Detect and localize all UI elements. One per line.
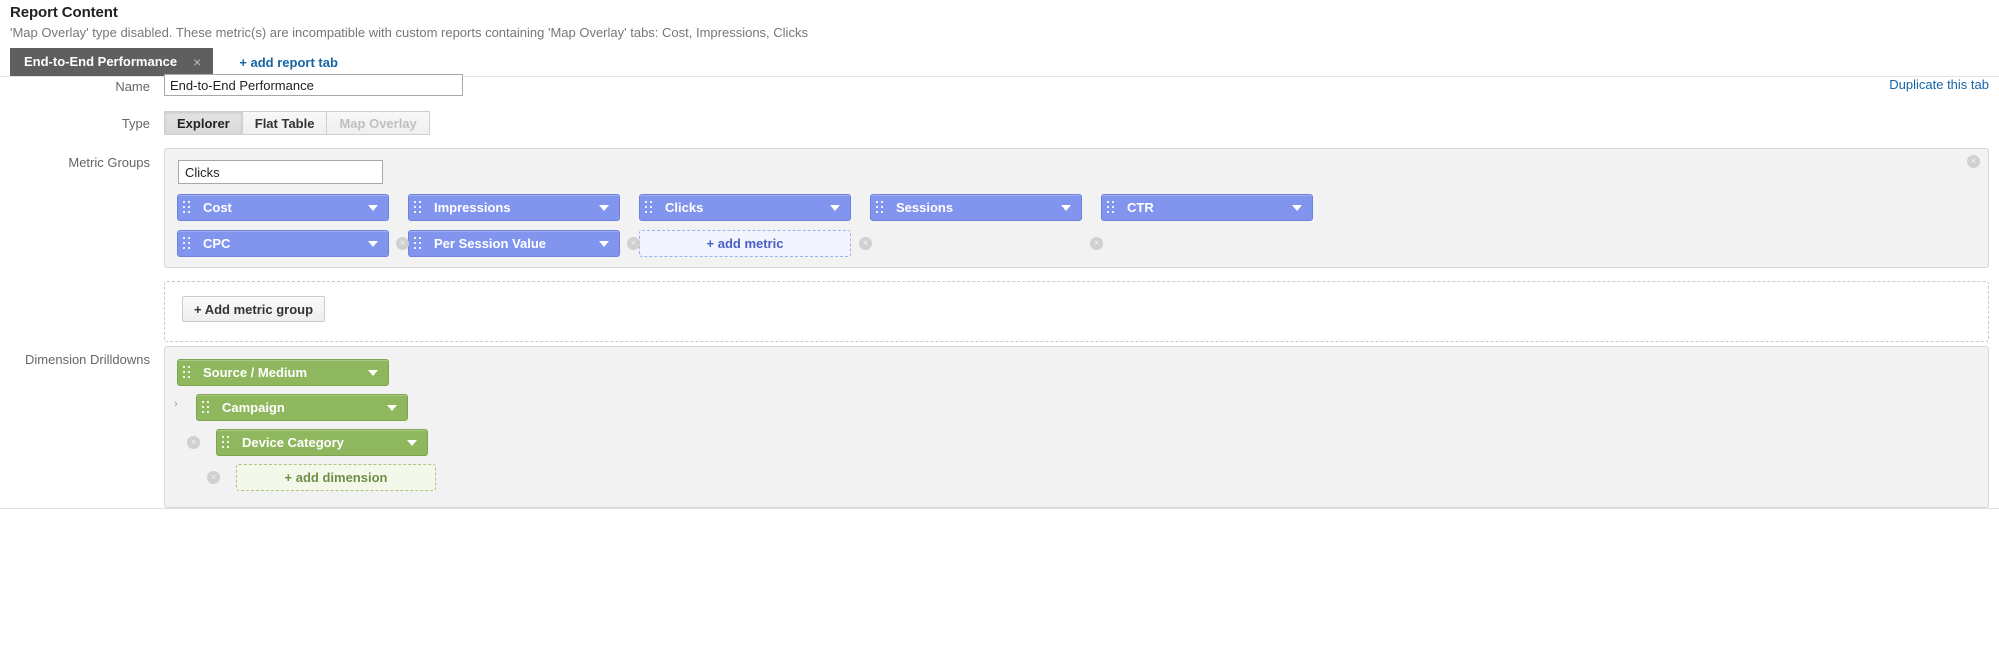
report-tab-strip: End-to-End Performance × + add report ta…	[10, 48, 338, 76]
add-metric-group-button[interactable]: + Add metric group	[182, 296, 326, 322]
type-button-map-overlay: Map Overlay	[326, 111, 430, 135]
metric-chip-cost[interactable]: Cost	[177, 194, 389, 221]
dimension-remove-icon-device-category[interactable]: ×	[187, 436, 200, 449]
dimension-chip-label: Source / Medium	[203, 365, 308, 380]
dimension-drilldowns-label: Dimension Drilldowns	[25, 352, 150, 367]
chevron-down-icon[interactable]	[1292, 204, 1302, 211]
dimension-chip-label: Campaign	[222, 400, 285, 415]
add-dimension-button[interactable]: + add dimension	[236, 464, 436, 491]
metric-remove-icon-cpc[interactable]: ×	[396, 237, 409, 250]
metric-remove-icon-clicks[interactable]: ×	[859, 237, 872, 250]
metric-chip-cpc[interactable]: CPC	[177, 230, 389, 257]
drag-handle-icon[interactable]	[414, 201, 428, 214]
metric-group-panel: × Cost Impressions Clicks Sessions CTR	[164, 148, 1989, 268]
chevron-down-icon[interactable]	[1061, 204, 1071, 211]
report-tab-label: End-to-End Performance	[24, 54, 178, 69]
page-title: Report Content	[10, 4, 118, 21]
name-label: Name	[115, 79, 150, 94]
chevron-down-icon[interactable]	[830, 204, 840, 211]
metric-group-name-input[interactable]	[178, 160, 383, 184]
dimension-chip-campaign[interactable]: Campaign	[196, 394, 408, 421]
dimension-expander-icon[interactable]: ›	[174, 398, 178, 410]
chevron-down-icon[interactable]	[387, 404, 397, 411]
type-button-explorer[interactable]: Explorer	[164, 111, 242, 135]
report-type-button-group: Explorer Flat Table Map Overlay	[164, 111, 430, 135]
drag-handle-icon[interactable]	[183, 237, 197, 250]
section-divider	[0, 508, 1999, 509]
drag-handle-icon[interactable]	[183, 201, 197, 214]
metric-chip-ctr[interactable]: CTR	[1101, 194, 1313, 221]
metric-remove-icon-sessions[interactable]: ×	[1090, 237, 1103, 250]
add-metric-button[interactable]: + add metric	[639, 230, 851, 257]
chevron-down-icon[interactable]	[407, 439, 417, 446]
add-metric-group-panel: + Add metric group	[164, 281, 1989, 342]
metric-chip-label: Per Session Value	[434, 236, 547, 251]
type-label: Type	[121, 116, 150, 131]
dimension-chip-source-medium[interactable]: Source / Medium	[177, 359, 389, 386]
dimension-remove-icon-add-slot[interactable]: ×	[207, 471, 220, 484]
metric-chip-label: Clicks	[665, 200, 704, 215]
drag-handle-icon[interactable]	[202, 401, 216, 414]
metric-chip-label: Impressions	[434, 200, 511, 215]
metric-chip-sessions[interactable]: Sessions	[870, 194, 1082, 221]
metric-chip-impressions[interactable]: Impressions	[408, 194, 620, 221]
dimension-drilldowns-panel: Source / Medium › Campaign × Device Cate…	[164, 346, 1989, 508]
dimension-chip-device-category[interactable]: Device Category	[216, 429, 428, 456]
metric-chip-label: Sessions	[896, 200, 954, 215]
add-report-tab-link[interactable]: + add report tab	[239, 55, 338, 70]
metric-chip-per-session-value[interactable]: Per Session Value	[408, 230, 620, 257]
chevron-down-icon[interactable]	[599, 240, 609, 247]
metric-remove-icon-per-session-value[interactable]: ×	[627, 237, 640, 250]
duplicate-this-tab-link[interactable]: Duplicate this tab	[1889, 77, 1989, 92]
report-content-page: Report Content 'Map Overlay' type disabl…	[0, 0, 1999, 654]
chevron-down-icon[interactable]	[368, 240, 378, 247]
metric-chip-label: CTR	[1127, 200, 1154, 215]
report-tab-end-to-end-performance[interactable]: End-to-End Performance ×	[10, 48, 214, 76]
metric-chip-clicks[interactable]: Clicks	[639, 194, 851, 221]
metric-chip-label: CPC	[203, 236, 231, 251]
chevron-down-icon[interactable]	[368, 204, 378, 211]
drag-handle-icon[interactable]	[1107, 201, 1121, 214]
metric-groups-label: Metric Groups	[68, 155, 150, 170]
chevron-down-icon[interactable]	[368, 369, 378, 376]
incompatible-metrics-warning: 'Map Overlay' type disabled. These metri…	[10, 25, 808, 40]
report-name-input[interactable]	[164, 74, 463, 96]
drag-handle-icon[interactable]	[414, 237, 428, 250]
metric-chip-label: Cost	[203, 200, 232, 215]
drag-handle-icon[interactable]	[183, 366, 197, 379]
chevron-down-icon[interactable]	[599, 204, 609, 211]
close-icon[interactable]: ×	[193, 55, 201, 69]
drag-handle-icon[interactable]	[645, 201, 659, 214]
type-button-flat-table[interactable]: Flat Table	[241, 111, 327, 135]
metric-group-remove-icon[interactable]: ×	[1967, 155, 1980, 168]
dimension-chip-label: Device Category	[242, 435, 344, 450]
drag-handle-icon[interactable]	[222, 436, 236, 449]
drag-handle-icon[interactable]	[876, 201, 890, 214]
